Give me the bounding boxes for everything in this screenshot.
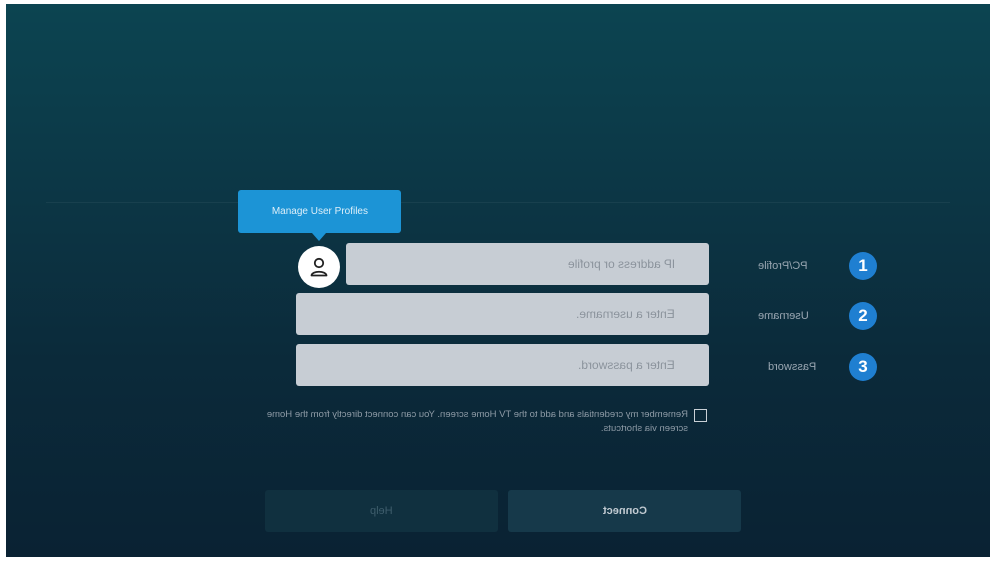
manage-profiles-tooltip: Manage User Profiles <box>238 190 401 233</box>
remember-credentials-checkbox[interactable] <box>694 409 707 422</box>
manage-user-profiles-button[interactable] <box>298 246 340 288</box>
help-button[interactable]: Help <box>265 490 498 532</box>
pc-profile-label: PC/Profile <box>758 260 808 272</box>
remember-credentials-text: Remember my credentials and add to the T… <box>266 409 688 434</box>
username-label: Username <box>758 310 809 322</box>
password-placeholder: Enter a password. <box>578 358 675 372</box>
ip-address-field[interactable]: IP address or profile <box>346 243 709 285</box>
ip-address-placeholder: IP address or profile <box>567 257 675 271</box>
tv-screen: Manage User Profiles IP address or profi… <box>6 4 990 557</box>
step-3-badge: 3 <box>849 353 877 381</box>
step-2-badge: 2 <box>849 302 877 330</box>
user-profile-icon <box>310 257 328 277</box>
password-label: Password <box>768 361 817 373</box>
password-field[interactable]: Enter a password. <box>296 344 709 386</box>
username-placeholder: Enter a username. <box>576 307 675 321</box>
help-button-label: Help <box>370 505 393 517</box>
step-1-badge: 1 <box>849 252 877 280</box>
tooltip-arrow <box>312 233 326 241</box>
username-field[interactable]: Enter a username. <box>296 293 709 335</box>
tooltip-text: Manage User Profiles <box>271 206 368 217</box>
connect-button-label: Connect <box>602 505 647 517</box>
connect-button[interactable]: Connect <box>508 490 741 532</box>
divider <box>46 202 950 203</box>
